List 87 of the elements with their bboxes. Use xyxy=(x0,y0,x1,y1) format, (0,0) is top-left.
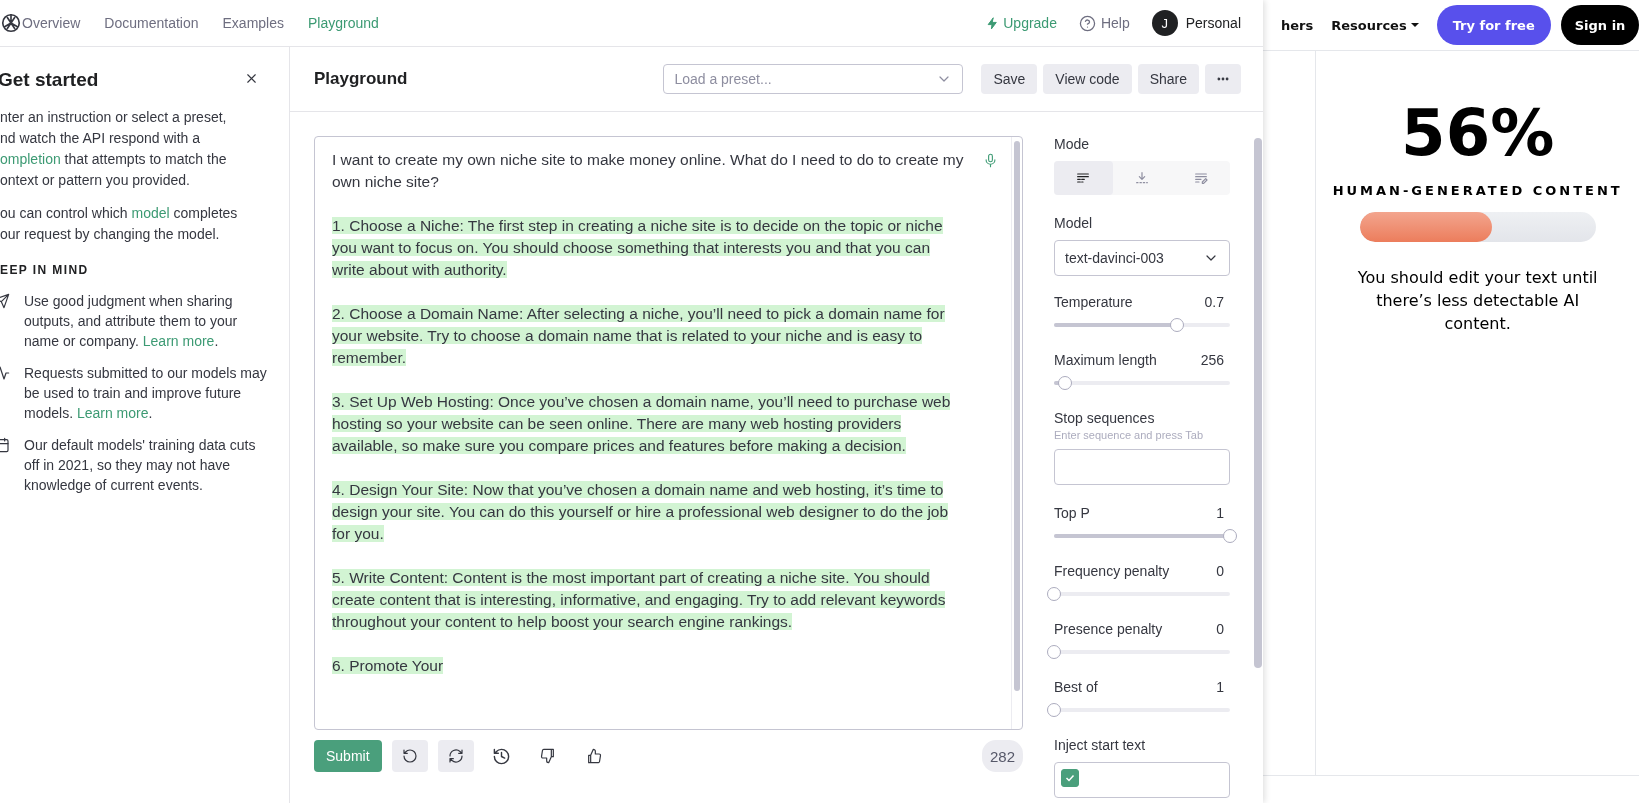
mode-icon xyxy=(1134,170,1150,186)
account-name[interactable]: Personal xyxy=(1185,15,1241,31)
setting-value: 0 xyxy=(1216,621,1224,637)
undo-icon xyxy=(401,748,418,764)
setting-value: 256 xyxy=(1200,352,1224,368)
setting-label: Presence penalty xyxy=(1054,621,1163,637)
setting-label: Maximum length xyxy=(1054,352,1157,368)
history-icon xyxy=(492,746,512,766)
check-icon xyxy=(1064,772,1076,784)
completion-text: 2. Choose a Domain Name: After selecting a niche, you’ll need to pick a domain name for your website. Try to choose a domain name that is related to your niche and is easy to remember. xyxy=(332,304,946,368)
completion-text: 4. Design Your Site: Now that you’ve chosen a domain name and web hosting, it’s time to design your site. You can do this yourself or hire a professional web designer to do the job for you. xyxy=(332,480,950,544)
mode-icon xyxy=(1192,170,1209,186)
try-button[interactable]: Try for free xyxy=(1436,5,1551,45)
completion-text: 3. Set Up Web Hosting: Once you’ve chosen a domain name, you’ll need to purchase web hosting so your website can be seen online. There are many web hosting providers available, so make sure you compare prices and features before making a decision. xyxy=(332,392,952,456)
slider-thumb[interactable] xyxy=(1047,645,1061,659)
setting-label: Best of xyxy=(1054,679,1098,695)
setting-label: Frequency penalty xyxy=(1054,563,1170,579)
more-button[interactable] xyxy=(1205,64,1241,94)
avatar[interactable]: J xyxy=(1151,10,1178,36)
setting-label: Mode xyxy=(1054,136,1091,152)
tip-text: Our default models' training data cuts off in 2021, so they may not have knowledge of current events. xyxy=(24,436,257,495)
help-link[interactable]: Help xyxy=(1078,14,1130,32)
text-editor[interactable] xyxy=(314,136,1023,730)
completion-text: 1. Choose a Niche: The first step in creating a niche site is to decide on the topic or niche you want to focus on. You should choose something that interests you and that you can write about with authority. xyxy=(332,216,944,280)
mode-icon xyxy=(1075,170,1092,186)
field-hint: Enter sequence and press Tab xyxy=(1054,429,1204,441)
setting-value: 0.7 xyxy=(1204,294,1224,310)
setting-label: Inject start text xyxy=(1054,737,1147,753)
checkbox[interactable] xyxy=(1061,769,1079,787)
model-select[interactable]: text-davinci-003 xyxy=(1054,240,1230,276)
advice-text: You should edit your text until there’s less detectable AI content. xyxy=(1356,267,1599,335)
setting-label: Temperature xyxy=(1054,294,1133,310)
score-label: HUMAN-GENERATED CONTENT xyxy=(1332,183,1623,198)
setting-label: Model xyxy=(1054,215,1094,231)
nav-tab[interactable]: Documentation xyxy=(104,15,199,31)
regenerate-button[interactable] xyxy=(437,740,474,772)
toolbar-button[interactable]: Share xyxy=(1137,64,1199,94)
preset-select[interactable]: Load a preset... xyxy=(663,64,964,94)
scrollbar-thumb[interactable] xyxy=(1254,138,1262,668)
submit-button[interactable]: Submit xyxy=(314,740,382,772)
input-field[interactable] xyxy=(1054,449,1230,485)
nav-tab[interactable]: Overview xyxy=(22,15,81,31)
nav-tab[interactable]: Playground xyxy=(308,15,379,31)
completion-text: 6. Promote Your xyxy=(332,656,445,676)
resources-menu[interactable]: Resources xyxy=(1331,17,1419,33)
refresh-icon xyxy=(447,748,464,764)
scrollbar-thumb[interactable] xyxy=(1014,141,1020,691)
tip-text: Requests submitted to our models may be used to train and improve future models. Learn more. xyxy=(24,364,268,423)
toolbar-button[interactable]: Save xyxy=(981,64,1038,94)
setting-label: Top P xyxy=(1054,505,1090,521)
toolbar-button[interactable]: View code xyxy=(1043,64,1132,94)
nav-tab[interactable]: Examples xyxy=(222,15,284,31)
microphone-icon xyxy=(983,153,998,168)
link[interactable]: Learn more xyxy=(142,333,215,349)
setting-label: Stop sequences xyxy=(1054,410,1156,426)
setting-value: 1 xyxy=(1216,679,1224,695)
slider-thumb[interactable] xyxy=(1047,703,1061,717)
thumbs-up-icon xyxy=(585,748,602,764)
sign-in-button[interactable]: Sign in xyxy=(1560,5,1639,45)
link[interactable]: Learn more xyxy=(76,405,149,421)
tip-text: Use good judgment when sharing outputs, and attribute them to your name or company. Learn more. xyxy=(24,292,239,351)
paragraph: ou can control which model completes our request by changing the model. xyxy=(0,204,239,244)
input-field[interactable] xyxy=(1054,762,1230,798)
caret-icon xyxy=(1410,22,1419,28)
token-count: 282 xyxy=(981,740,1023,772)
link[interactable]: model xyxy=(131,205,170,221)
paragraph: nter an instruction or select a preset, nd watch the API respond with a ompletion that attempts to match the ontext or pattern you provided. xyxy=(0,108,228,190)
help-icon xyxy=(1078,14,1096,32)
thumbs-down-icon xyxy=(539,748,556,764)
lightning-icon xyxy=(986,16,1000,30)
logo-icon xyxy=(0,12,22,34)
score-value: 56% xyxy=(1401,101,1555,165)
slider-thumb[interactable] xyxy=(1057,376,1072,390)
link[interactable]: ompletion xyxy=(0,151,61,167)
undo-button[interactable] xyxy=(391,740,428,772)
slider-thumb[interactable] xyxy=(1047,587,1061,601)
section-heading: EEP IN MIND xyxy=(0,263,90,277)
slider-thumb[interactable] xyxy=(1223,529,1237,543)
upgrade-link[interactable]: Upgrade xyxy=(986,15,1057,31)
completion-text: 5. Write Content: Content is the most important part of creating a niche site. You should create content that is interesting, informative, and engaging. Try to add relevant keywords throughout your content to help boost your search engine rankings. xyxy=(332,568,947,632)
slider-thumb[interactable] xyxy=(1170,318,1185,332)
mode-tab[interactable] xyxy=(1054,161,1113,195)
setting-value: 1 xyxy=(1216,505,1224,521)
page-title: Playground xyxy=(314,69,409,89)
prompt-text: I want to create my own niche site to make money online. What do I need to do to create my own niche site? xyxy=(332,150,964,192)
setting-value: 0 xyxy=(1216,563,1224,579)
nav-link[interactable]: hers xyxy=(1281,17,1314,33)
